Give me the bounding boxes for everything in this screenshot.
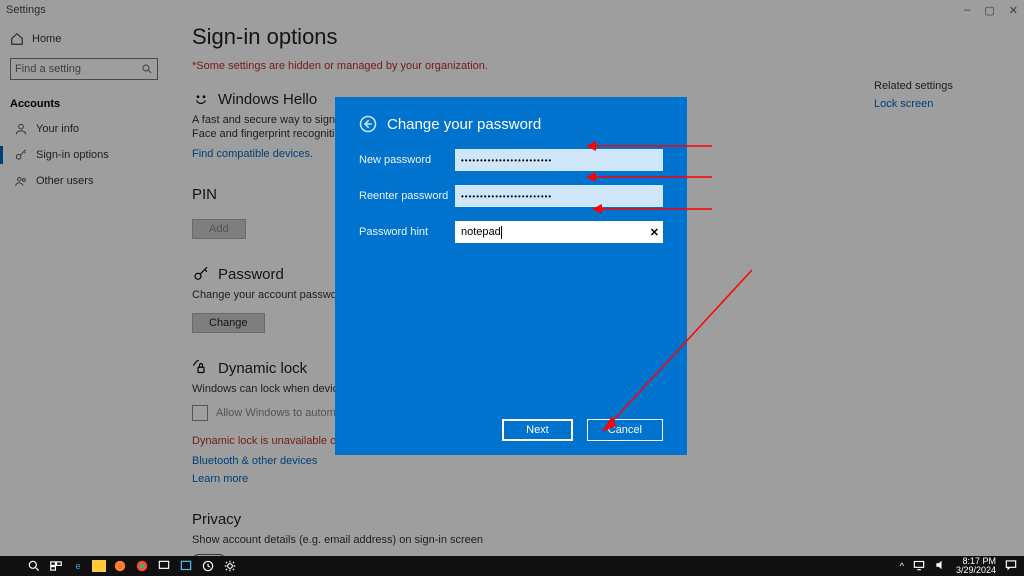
taskbar-app[interactable]	[178, 558, 194, 574]
tray-notifications-icon[interactable]	[1004, 558, 1018, 574]
next-button[interactable]: Next	[502, 419, 573, 441]
start-button[interactable]	[4, 558, 20, 574]
tray-network-icon[interactable]	[912, 558, 926, 574]
task-view-icon[interactable]	[48, 558, 64, 574]
taskbar-app[interactable]	[222, 558, 238, 574]
tray-clock[interactable]: 8:17 PM 3/29/2024	[956, 557, 996, 575]
taskbar-app[interactable]: e	[70, 558, 86, 574]
taskbar-app[interactable]	[156, 558, 172, 574]
dialog-title: Change your password	[387, 116, 541, 133]
new-password-label: New password	[359, 154, 455, 166]
cancel-button[interactable]: Cancel	[587, 419, 663, 441]
tray-date: 3/29/2024	[956, 566, 996, 575]
reenter-password-label: Reenter password	[359, 190, 455, 202]
taskbar: e ^ 8:17 PM 3/29/2024	[0, 556, 1024, 576]
change-password-dialog: Change your password New password ••••••…	[335, 97, 687, 455]
taskbar-app[interactable]	[200, 558, 216, 574]
input-value: notepad	[461, 226, 501, 238]
password-hint-label: Password hint	[359, 226, 455, 238]
taskbar-app[interactable]	[92, 560, 106, 572]
tray-volume-icon[interactable]	[934, 558, 948, 574]
tray-chevron-icon[interactable]: ^	[900, 561, 904, 571]
new-password-input[interactable]: ••••••••••••••••••••••••	[455, 149, 663, 171]
taskbar-app[interactable]	[134, 558, 150, 574]
search-taskbar-icon[interactable]	[26, 558, 42, 574]
taskbar-app[interactable]	[112, 558, 128, 574]
input-value: ••••••••••••••••••••••••	[461, 192, 552, 201]
back-icon[interactable]	[359, 115, 377, 133]
input-value: ••••••••••••••••••••••••	[461, 156, 552, 165]
clear-icon[interactable]: ✕	[650, 226, 659, 239]
password-hint-input[interactable]: notepad ✕	[455, 221, 663, 243]
reenter-password-input[interactable]: ••••••••••••••••••••••••	[455, 185, 663, 207]
